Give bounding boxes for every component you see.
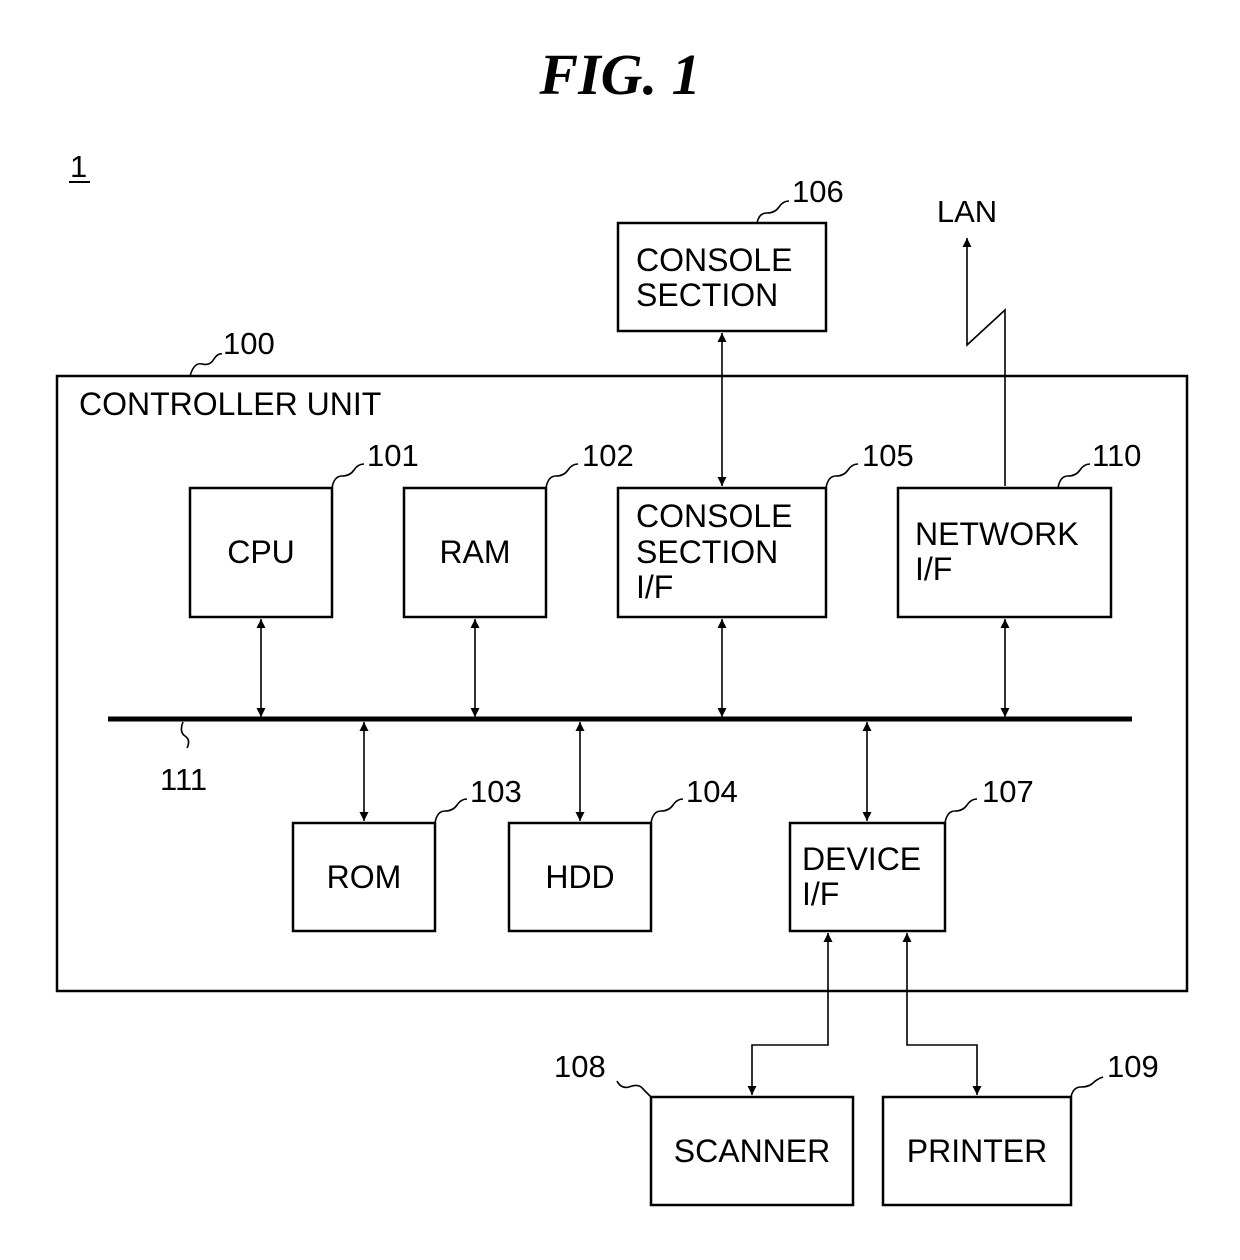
- console-if-label-line1: CONSOLE: [636, 498, 792, 534]
- rom-label: ROM: [327, 859, 402, 895]
- rom-ref: 103: [470, 774, 522, 809]
- controller-unit-label: CONTROLLER UNIT: [79, 386, 381, 422]
- scanner-leader: [616, 1080, 652, 1098]
- console-section-block: CONSOLE SECTION 106: [616, 174, 844, 333]
- figure-title: FIG. 1: [538, 42, 700, 107]
- cpu-label: CPU: [227, 534, 295, 570]
- network-if-label-line1: NETWORK: [915, 516, 1079, 552]
- controller-unit-leader: [189, 353, 223, 377]
- network-if-ref: 110: [1092, 438, 1141, 473]
- console-if-ref: 105: [862, 438, 914, 473]
- device-if-label-line1: DEVICE: [802, 841, 921, 877]
- printer-block: PRINTER 109: [881, 1049, 1159, 1207]
- console-leader: [756, 200, 790, 224]
- controller-unit-ref: 100: [223, 326, 275, 361]
- bus-ref: 111: [160, 762, 207, 797]
- console-if-label-line3: I/F: [636, 569, 673, 605]
- ram-ref: 102: [582, 438, 634, 473]
- hdd-label: HDD: [545, 859, 614, 895]
- console-label-line2: SECTION: [636, 277, 778, 313]
- hdd-ref: 104: [686, 774, 738, 809]
- network-if-label-line2: I/F: [915, 551, 952, 587]
- system-ref: 1: [70, 149, 87, 184]
- console-label-line1: CONSOLE: [636, 242, 792, 278]
- device-if-label-line2: I/F: [802, 876, 839, 912]
- console-if-label-line2: SECTION: [636, 534, 778, 570]
- printer-leader: [1070, 1076, 1104, 1098]
- scanner-label: SCANNER: [674, 1133, 830, 1169]
- block-diagram: FIG. 1 1 CONTROLLER UNIT 100 111 CPU 101…: [55, 42, 1189, 1207]
- console-ref: 106: [792, 174, 844, 209]
- scanner-ref: 108: [554, 1049, 606, 1084]
- device-if-ref: 107: [982, 774, 1034, 809]
- cpu-ref: 101: [367, 438, 419, 473]
- lan-label: LAN: [937, 194, 997, 229]
- printer-label: PRINTER: [907, 1133, 1047, 1169]
- scanner-block: SCANNER 108: [554, 1049, 855, 1207]
- printer-ref: 109: [1107, 1049, 1159, 1084]
- ram-label: RAM: [439, 534, 510, 570]
